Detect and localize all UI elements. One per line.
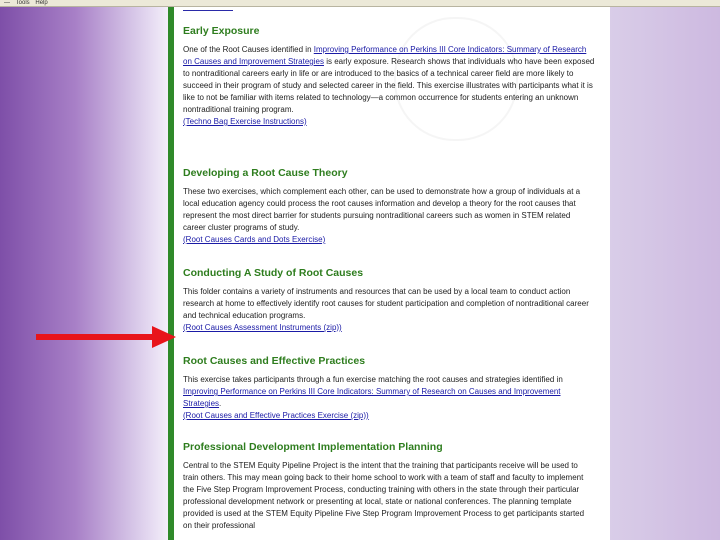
effective-practices-link[interactable]: (Root Causes and Effective Practices Exe…	[183, 410, 595, 422]
section-title: Professional Development Implementation …	[183, 441, 443, 453]
browser-toolbar: — Tools Help	[0, 0, 720, 7]
left-decorative-panel	[0, 7, 168, 540]
toolbar-item-tools[interactable]: Tools	[16, 0, 30, 6]
techno-bag-link[interactable]: (Techno Bag Exercise Instructions)	[183, 116, 595, 128]
section-body: These two exercises, which complement ea…	[183, 187, 581, 232]
section-title: Early Exposure	[183, 25, 260, 37]
section-body: This folder contains a variety of instru…	[183, 287, 589, 320]
right-decorative-panel	[610, 7, 720, 540]
section-title: Conducting A Study of Root Causes	[183, 267, 364, 279]
section-early-exposure: Early Exposure One of the Root Causes id…	[183, 25, 595, 128]
section-title: Root Causes and Effective Practices	[183, 355, 366, 367]
section-title: Developing a Root Cause Theory	[183, 167, 348, 179]
section-body: Central to the STEM Equity Pipeline Proj…	[183, 461, 585, 530]
toolbar-item-help[interactable]: Help	[35, 0, 47, 6]
main-content: Early Exposure One of the Root Causes id…	[174, 7, 610, 540]
cards-dots-link[interactable]: (Root Causes Cards and Dots Exercise)	[183, 234, 595, 246]
section-root-cause-theory: Developing a Root Cause Theory These two…	[183, 167, 595, 246]
section-study-root-causes: Conducting A Study of Root Causes This f…	[183, 267, 595, 334]
section-body: This exercise takes participants through…	[183, 375, 563, 408]
toolbar-item[interactable]: —	[4, 0, 10, 6]
section-body: One of the Root Causes identified in Imp…	[183, 45, 595, 114]
red-arrow-icon	[36, 326, 176, 348]
section-effective-practices: Root Causes and Effective Practices This…	[183, 355, 595, 422]
section-pd-planning: Professional Development Implementation …	[183, 441, 595, 532]
research-summary-link-2[interactable]: Improving Performance on Perkins III Cor…	[183, 387, 561, 408]
top-link-fragment[interactable]	[183, 7, 233, 11]
assessment-instruments-link[interactable]: (Root Causes Assessment Instruments (zip…	[183, 322, 595, 334]
